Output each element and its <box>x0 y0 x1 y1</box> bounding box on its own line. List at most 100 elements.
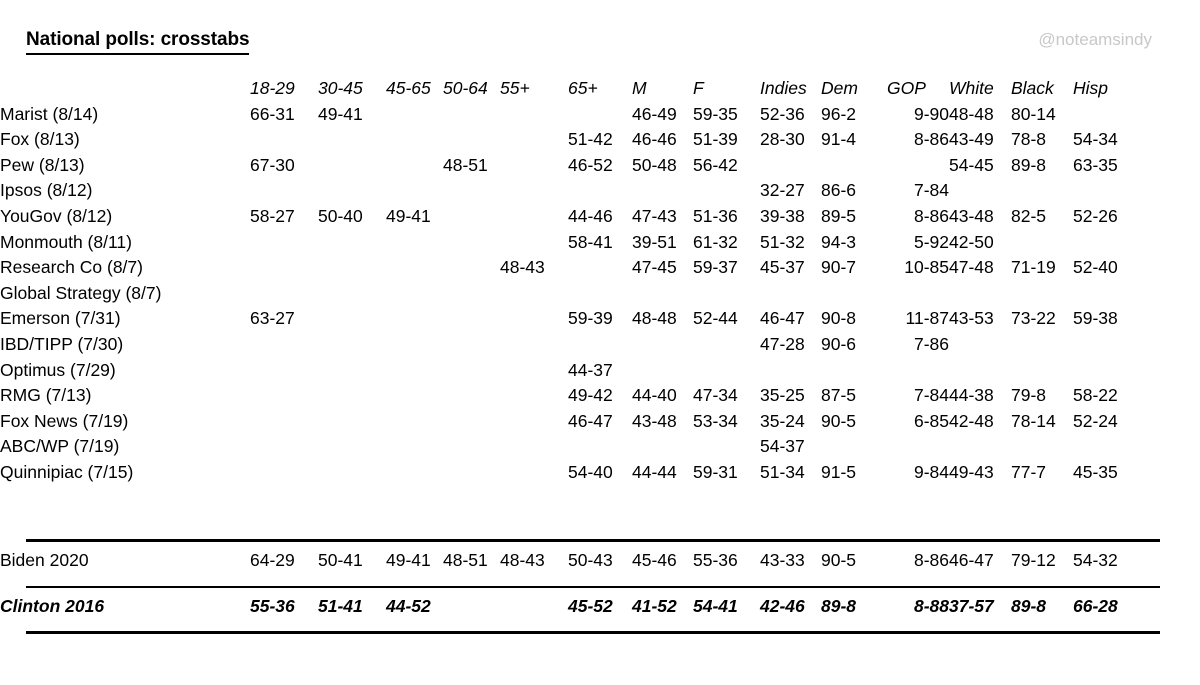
summary-body: Biden 2020 64-29 50-41 49-41 48-51 48-43 50-43… <box>0 548 1200 619</box>
cell-55-plus <box>500 460 568 486</box>
column-header-50-64: 50-64 <box>443 78 488 98</box>
cell-65-plus: 46-52 <box>568 154 613 175</box>
cell-indies <box>760 281 821 307</box>
row-label: Quinnipiac (7/15) <box>0 461 134 482</box>
cell-indies <box>760 358 821 384</box>
cell-30-45 <box>318 153 386 179</box>
cell-dem <box>821 434 887 460</box>
cell-white: 42-50 <box>949 231 994 252</box>
cell-female: 56-42 <box>693 154 738 175</box>
cell-female: 47-34 <box>693 385 738 406</box>
cell-65-plus: 51-42 <box>568 129 613 150</box>
cell-dem <box>821 153 887 179</box>
table-row: YouGov (8/12) 58-27 50-40 49-41 44-46 47-43 51… <box>0 204 1200 230</box>
cell-gop: 10-85 <box>904 257 949 278</box>
cell-black: 89-8 <box>1011 596 1047 616</box>
cell-female: 54-41 <box>693 596 738 616</box>
page-title: National polls: crosstabs <box>26 29 250 55</box>
cell-gop: 7-86 <box>913 333 949 354</box>
cell-45-65 <box>386 383 443 409</box>
cell-black <box>1011 332 1073 358</box>
row-label: Monmouth (8/11) <box>0 231 132 252</box>
column-header-30-45: 30-45 <box>318 78 363 98</box>
cell-female <box>693 358 760 384</box>
cell-black <box>1011 178 1073 204</box>
table-row: Monmouth (8/11) 58-41 39-51 61-32 51-32 94-3 5… <box>0 230 1200 256</box>
cell-indies <box>760 153 821 179</box>
cell-45-65 <box>386 409 443 435</box>
cell-65-plus <box>568 255 632 281</box>
cell-45-65 <box>386 332 443 358</box>
cell-50-64: 48-51 <box>443 154 488 175</box>
cell-male: 39-51 <box>632 231 677 252</box>
table-row: Pew (8/13) 67-30 48-51 46-52 50-48 56-42 54-45… <box>0 153 1200 179</box>
cell-gop: 9-84 <box>913 461 949 482</box>
cell-white <box>949 281 1011 307</box>
crosstab-table-region: 18-29 30-45 45-65 50-64 55+ 65+ M F Indi… <box>0 76 1200 486</box>
spacer-cell <box>0 573 1200 594</box>
column-header-white: White <box>949 78 994 98</box>
cell-female <box>693 332 760 358</box>
cell-dem: 94-3 <box>821 231 857 252</box>
cell-45-65 <box>386 127 443 153</box>
cell-gop <box>887 434 949 460</box>
cell-black: 78-8 <box>1011 129 1047 150</box>
cell-gop: 7-84 <box>913 385 949 406</box>
cell-hisp: 63-35 <box>1073 154 1118 175</box>
cell-30-45 <box>318 306 386 332</box>
cell-30-45: 49-41 <box>318 103 363 124</box>
cell-black: 71-19 <box>1011 257 1056 278</box>
cell-hisp: 66-28 <box>1073 596 1118 616</box>
cell-hisp: 52-26 <box>1073 205 1118 226</box>
cell-white: 54-45 <box>949 154 994 175</box>
cell-18-29 <box>250 409 318 435</box>
cell-dem <box>821 281 887 307</box>
table-row: Quinnipiac (7/15) 54-40 44-44 59-31 51-34 91-… <box>0 460 1200 486</box>
cell-45-65: 44-52 <box>386 596 431 616</box>
cell-dem: 91-4 <box>821 129 857 150</box>
cell-18-29 <box>250 358 318 384</box>
cell-55-plus <box>500 153 568 179</box>
cell-indies: 47-28 <box>760 333 805 354</box>
column-header-indies: Indies <box>760 78 807 98</box>
cell-male <box>632 332 693 358</box>
cell-male: 46-46 <box>632 129 677 150</box>
cell-55-plus <box>500 178 568 204</box>
cell-male: 44-44 <box>632 461 677 482</box>
cell-male: 50-48 <box>632 154 677 175</box>
cell-indies: 39-38 <box>760 205 805 226</box>
cell-black: 73-22 <box>1011 308 1056 329</box>
table-row: Fox News (7/19) 46-47 43-48 53-34 35-24 90-5 6… <box>0 409 1200 435</box>
cell-45-65 <box>386 178 443 204</box>
cell-55-plus <box>500 434 568 460</box>
cell-30-45: 50-40 <box>318 205 363 226</box>
cell-50-64 <box>443 332 500 358</box>
cell-indies: 52-36 <box>760 103 805 124</box>
cell-45-65 <box>386 230 443 256</box>
cell-gop <box>887 358 949 384</box>
cell-black: 79-8 <box>1011 385 1047 406</box>
cell-black: 82-5 <box>1011 205 1047 226</box>
cell-hisp: 52-40 <box>1073 257 1118 278</box>
table-row: RMG (7/13) 49-42 44-40 47-34 35-25 87-5 7-84 44… <box>0 383 1200 409</box>
table-row: Emerson (7/31) 63-27 59-39 48-48 52-44 46-47 9… <box>0 306 1200 332</box>
cell-male: 46-49 <box>632 103 677 124</box>
cell-dem: 90-6 <box>821 333 857 354</box>
cell-hisp <box>1073 102 1200 128</box>
column-header-65-plus: 65+ <box>568 78 598 98</box>
cell-white: 43-53 <box>949 308 994 329</box>
cell-female <box>693 178 760 204</box>
cell-18-29 <box>250 178 318 204</box>
cell-18-29 <box>250 127 318 153</box>
row-label: ABC/WP (7/19) <box>0 436 120 457</box>
cell-male <box>632 281 693 307</box>
cell-30-45 <box>318 281 386 307</box>
cell-45-65 <box>386 255 443 281</box>
cell-18-29 <box>250 230 318 256</box>
cell-black <box>1011 230 1073 256</box>
summary-region: Biden 2020 64-29 50-41 49-41 48-51 48-43 50-43… <box>0 548 1200 619</box>
cell-hisp <box>1073 358 1200 384</box>
table-row: ABC/WP (7/19) 54-37 <box>0 434 1200 460</box>
polls-table: 18-29 30-45 45-65 50-64 55+ 65+ M F Indi… <box>0 76 1200 486</box>
table-row: Fox (8/13) 51-42 46-46 51-39 28-30 91-4 8-86 43… <box>0 127 1200 153</box>
